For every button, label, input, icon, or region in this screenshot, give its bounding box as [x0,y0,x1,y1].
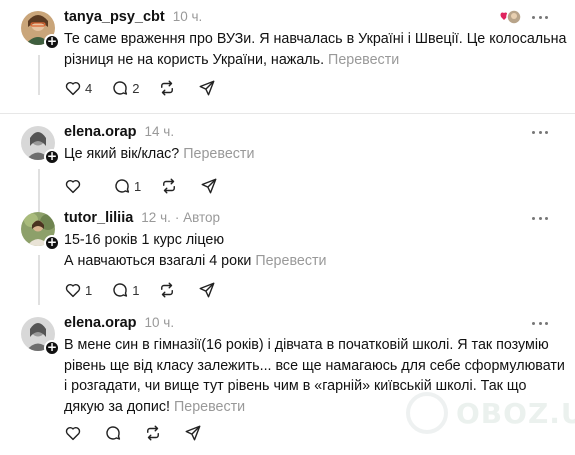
reply-count: 1 [132,282,140,298]
watermark-logo-icon [406,392,448,434]
timestamp: 14 ч. [144,124,175,139]
action-bar [64,423,224,443]
post-header: elena.orap 14 ч. [64,124,174,142]
post-body: Це який вік/клас? Перевести [64,144,559,165]
post-text-line: Те саме враження про ВУЗи. Я навчалась в… [64,31,567,47]
post-text-line: В мене син в гімназії(16 років) і дівчат… [64,337,549,353]
action-bar: 1 1 [64,280,238,300]
watermark: OBOZ.UA [406,378,575,448]
post-body: 15-16 років 1 курс ліцею А навчаються вз… [64,230,559,271]
like-button[interactable] [64,423,82,443]
username[interactable]: elena.orap [64,124,137,140]
timestamp: 10 ч. [144,315,175,330]
thread-line [38,169,40,217]
repost-button[interactable] [158,78,176,98]
heart-icon [65,426,81,441]
timestamp: 12 ч. [141,210,171,225]
more-options-icon[interactable] [532,215,548,221]
post-text-line: рівень ще від класу залежить... все ще н… [64,357,565,374]
divider [0,113,575,114]
comment-icon [113,283,128,297]
repost-icon [161,80,174,96]
reply-button[interactable]: 1 [111,280,139,300]
username[interactable]: elena.orap [64,315,137,331]
comment-icon [115,179,130,193]
like-count: 4 [85,80,93,96]
heart-icon [65,283,81,298]
avatar-elena[interactable]: + [21,126,60,165]
more-options-icon[interactable] [532,129,548,135]
post-body: Те саме враження про ВУЗи. Я навчалась в… [64,29,567,70]
timestamp: 10 ч. [172,9,203,24]
post-text-line: А навчаються взагалі 4 роки [64,252,252,269]
follow-plus-icon[interactable]: + [44,340,60,356]
share-button[interactable] [200,176,218,196]
avatar-tanya[interactable]: + [21,11,60,50]
translate-link[interactable]: Перевести [328,52,399,68]
post-header: tutor_liliia 12 ч. · Автор [64,210,220,228]
like-button[interactable]: 1 [64,280,92,300]
post-text-line: різниця не на користь України, нажаль. [64,51,325,68]
send-icon [200,282,215,298]
repost-icon [163,178,176,194]
comment-icon [106,426,121,440]
thread-line [38,255,40,305]
reply-count: 2 [132,80,140,96]
avatar-elena[interactable]: + [21,317,60,356]
username[interactable]: tanya_psy_cbt [64,9,165,25]
post-header: elena.orap 10 ч. [64,315,174,333]
reply-button[interactable]: 2 [111,78,139,98]
comment-icon [113,81,128,95]
send-icon [201,178,217,194]
repost-icon [147,425,159,441]
username[interactable]: tutor_liliia [64,210,133,226]
repost-button[interactable] [144,423,162,443]
like-button[interactable]: 4 [64,78,92,98]
share-button[interactable] [198,78,216,98]
avatar-liliia[interactable]: + [21,212,60,251]
reply-button[interactable]: 1 [113,176,141,196]
translate-link[interactable]: Перевести [174,399,245,415]
reply-count: 1 [134,178,142,194]
more-options-icon[interactable] [532,320,548,326]
reaction-heart-avatar-icon [500,9,521,25]
watermark-text: OBOZ.UA [456,396,575,430]
translate-link[interactable]: Перевести [255,253,326,269]
repost-button[interactable] [160,176,178,196]
send-icon [185,425,201,441]
action-bar: 1 [64,176,240,196]
action-bar: 4 2 [64,78,238,98]
post-text-line: 15-16 років 1 курс ліцею [64,232,225,248]
heart-icon [65,179,81,194]
share-button[interactable] [184,423,202,443]
more-options-icon[interactable] [532,14,548,20]
send-icon [200,80,215,96]
follow-plus-icon[interactable]: + [44,34,60,50]
post-text-line: дякую за допис! [64,398,170,415]
like-button[interactable] [64,176,85,196]
repost-button[interactable] [158,280,176,300]
like-count: 1 [85,282,93,298]
follow-plus-icon[interactable]: + [44,149,60,165]
thread-line [38,55,40,95]
author-badge: · Автор [174,210,221,225]
post-text-line: Це який вік/клас? [64,146,180,162]
reply-button[interactable] [104,423,122,443]
translate-link[interactable]: Перевести [183,146,254,162]
repost-icon [161,282,174,298]
heart-icon [65,81,81,96]
share-button[interactable] [198,280,216,300]
post-header: tanya_psy_cbt 10 ч. [64,9,202,27]
follow-plus-icon[interactable]: + [44,235,60,251]
